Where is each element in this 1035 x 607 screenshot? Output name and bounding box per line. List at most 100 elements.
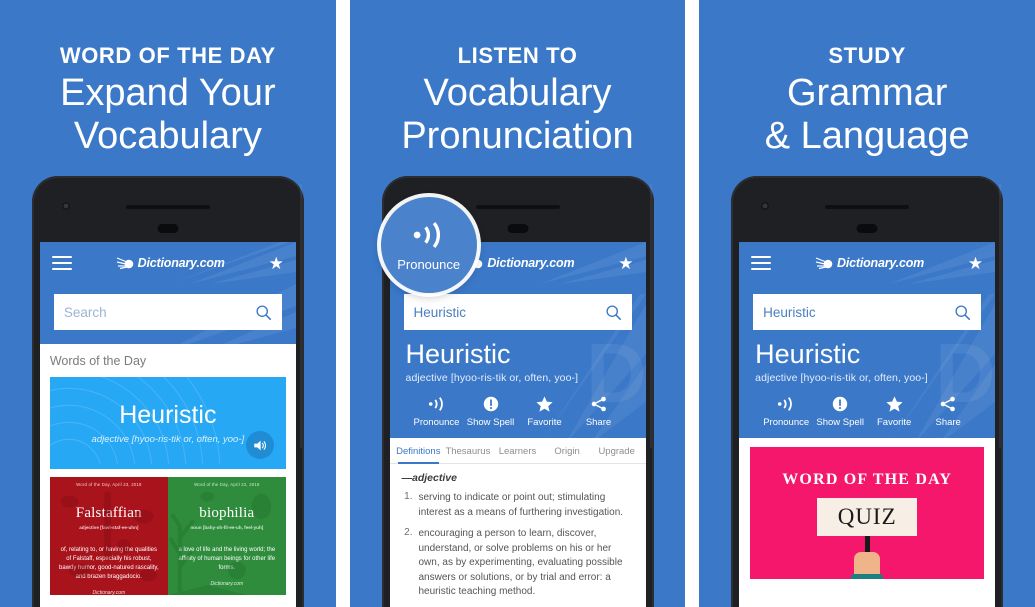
- search-placeholder: Search: [63, 304, 107, 320]
- dictionary-logo: Dictionary.com: [815, 256, 924, 270]
- word-hero-2: D Heuristic Heuristic adjective [hyoo-ri…: [389, 284, 646, 439]
- action-label: Show Spell: [816, 417, 864, 429]
- pronounce-icon: [759, 394, 813, 414]
- star-icon: [867, 394, 921, 414]
- front-camera-icon: [61, 202, 70, 210]
- promo-panel-2: LISTEN TO Vocabulary Pronunciation Dicti…: [349, 0, 686, 607]
- panel-3-title-line2: & Language: [764, 114, 970, 157]
- definition-number: 2.: [404, 527, 413, 539]
- proximity-sensor: [157, 224, 179, 233]
- search-value: Heuristic: [413, 304, 467, 320]
- search-icon[interactable]: [255, 304, 272, 321]
- phone-screen-1: Dictionary.com ★ Search Words of the Day…: [39, 242, 296, 607]
- panel-2-title-line2: Pronunciation: [401, 114, 634, 157]
- panel-2-title-line1: Vocabulary: [423, 72, 612, 115]
- section-title: Words of the Day: [49, 354, 147, 368]
- action-share[interactable]: Share: [572, 394, 626, 428]
- panel-1-title-line1: Expand Your: [60, 72, 276, 115]
- dictionary-logo: Dictionary.com: [465, 256, 575, 270]
- menu-icon[interactable]: [51, 256, 72, 270]
- share-icon: [572, 394, 626, 414]
- panel-3-eyebrow: STUDY: [828, 43, 906, 68]
- action-label: Share: [585, 417, 612, 429]
- action-pronounce[interactable]: Pronounce: [410, 394, 464, 428]
- tab-thesaurus[interactable]: Thesaurus: [443, 438, 493, 463]
- word-header: Heuristic adjective [hyoo-ris-tik or, of…: [404, 330, 632, 385]
- app-bar: Dictionary.com ★: [39, 242, 296, 284]
- search-icon[interactable]: [954, 304, 971, 321]
- app-bar: Dictionary.com ★: [739, 242, 996, 284]
- speaker-icon: [254, 440, 267, 450]
- pronounce-icon: [413, 222, 440, 248]
- phone-screen-2: Dictionary.com ★ D Heuristic Heuristic a…: [389, 242, 646, 607]
- tab-learners[interactable]: Learners: [493, 438, 543, 463]
- part-of-speech: —adjective: [401, 472, 457, 485]
- panel-2-headline: LISTEN TO Vocabulary Pronunciation: [350, 0, 686, 157]
- definition-item: 1. serving to indicate or point out; sti…: [402, 491, 634, 520]
- favorites-star-icon[interactable]: ★: [968, 255, 983, 272]
- info-icon: [464, 394, 518, 414]
- star-icon: [518, 394, 572, 414]
- word-actions: Pronounce Show Spell Favorite Share: [753, 384, 981, 438]
- search-icon[interactable]: [605, 304, 622, 321]
- logo-text: Dictionary.com: [137, 256, 225, 270]
- featured-word-card[interactable]: Heuristic adjective [hyoo-ris-tik or, of…: [49, 377, 286, 469]
- panel-2-eyebrow: LISTEN TO: [457, 43, 578, 68]
- action-label: Show Spell: [466, 417, 515, 429]
- action-label: Pronounce: [413, 417, 460, 429]
- search-input[interactable]: Search: [53, 294, 282, 330]
- action-share[interactable]: Share: [921, 394, 975, 428]
- action-label: Favorite: [877, 417, 912, 429]
- share-icon: [921, 394, 975, 414]
- word-pronunciation: adjective [hyoo-ris-tik or, often, yoo-]: [755, 372, 928, 385]
- definition-text: encouraging a person to learn, discover,…: [418, 528, 623, 598]
- pronounce-icon: [410, 394, 464, 414]
- front-camera-icon: [761, 202, 770, 210]
- action-favorite[interactable]: Favorite: [867, 394, 921, 428]
- proximity-sensor: [507, 224, 528, 233]
- definition-number: 1.: [404, 491, 413, 503]
- action-show-spell[interactable]: Show Spell: [813, 394, 867, 428]
- action-label: Favorite: [527, 417, 562, 429]
- tab-origin[interactable]: Origin: [542, 438, 592, 463]
- logo-text: Dictionary.com: [487, 256, 575, 270]
- promo-panel-1: WORD OF THE DAY Expand Your Vocabulary D…: [0, 0, 336, 607]
- word-title: Heuristic: [405, 339, 511, 369]
- dictionary-logo: Dictionary.com: [116, 256, 225, 270]
- quiz-heading: WORD OF THE DAY: [782, 471, 953, 489]
- phone-screen-3: Dictionary.com ★ D Heuristic Heuristic a…: [739, 242, 996, 607]
- word-of-the-day-quiz-card[interactable]: WORD OF THE DAY QUIZ: [750, 447, 985, 580]
- word-pronunciation: adjective [hyoo-ris-tik or, often, yoo-]: [405, 372, 579, 385]
- search-input[interactable]: Heuristic: [403, 294, 632, 330]
- action-favorite[interactable]: Favorite: [518, 394, 572, 428]
- quiz-section: WORD OF THE DAY QUIZ: [739, 438, 996, 580]
- panel-3-title: Grammar & Language: [699, 72, 1035, 157]
- logo-rays-icon: [815, 257, 833, 270]
- pronounce-magnifier-callout[interactable]: Pronounce: [380, 197, 477, 293]
- audio-play-button[interactable]: [245, 431, 274, 459]
- definition-text: serving to indicate or point out; stimul…: [418, 492, 624, 518]
- menu-icon[interactable]: [751, 256, 772, 270]
- earpiece-speaker: [825, 205, 910, 209]
- words-of-the-day-section: Words of the Day Heuristic adjective [hy: [39, 344, 296, 595]
- action-pronounce[interactable]: Pronounce: [759, 394, 813, 428]
- action-label: Share: [935, 417, 961, 429]
- search-input[interactable]: Heuristic: [753, 294, 982, 330]
- definitions-list: —adjective 1. serving to indicate or poi…: [389, 464, 646, 607]
- featured-word: Heuristic: [119, 401, 217, 429]
- favorites-star-icon[interactable]: ★: [269, 255, 284, 272]
- tab-upgrade[interactable]: Upgrade: [592, 438, 642, 463]
- definition-item: 2. encouraging a person to learn, discov…: [402, 527, 634, 600]
- search-value: Heuristic: [763, 304, 816, 320]
- word-header: Heuristic adjective [hyoo-ris-tik or, of…: [753, 330, 981, 385]
- panel-3-title-line1: Grammar: [786, 72, 948, 115]
- tab-definitions[interactable]: Definitions: [394, 438, 444, 465]
- panel-1-headline: WORD OF THE DAY Expand Your Vocabulary: [0, 0, 336, 157]
- hand-illustration-icon: [851, 552, 884, 580]
- favorites-star-icon[interactable]: ★: [618, 255, 633, 272]
- action-show-spell[interactable]: Show Spell: [464, 394, 518, 428]
- word-card-biophilia[interactable]: Word of the Day, April 22, 2018 biophili…: [167, 477, 286, 595]
- word-card-falstaffian[interactable]: Word of the Day, April 23, 2018 Falstaff…: [49, 477, 168, 595]
- proximity-sensor: [856, 224, 878, 233]
- quiz-sign: QUIZ: [817, 498, 918, 537]
